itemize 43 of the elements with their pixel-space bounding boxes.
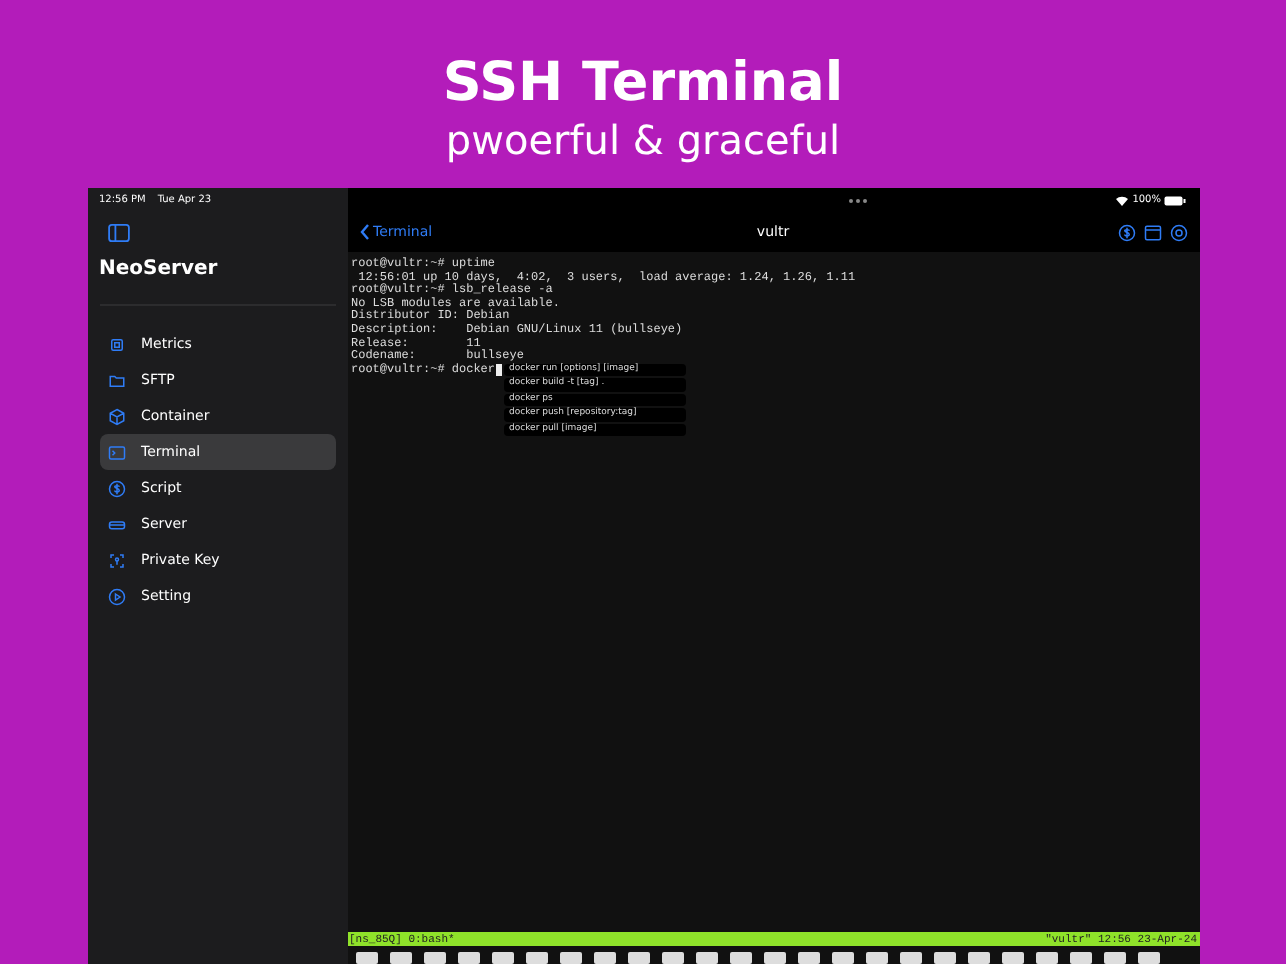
keyboard-key[interactable] [389,952,411,964]
keyboard-key[interactable] [1137,952,1159,964]
keyboard-key[interactable] [491,952,513,964]
keyboard-key[interactable] [423,952,445,964]
keyboard-key[interactable] [1069,952,1091,964]
more-dots-icon [847,197,868,203]
keyboard-key[interactable] [593,952,615,964]
window-icon[interactable] [1143,223,1161,241]
lifebuoy-icon[interactable] [1169,223,1187,241]
keyboard-key[interactable] [1001,952,1023,964]
dollar-icon [107,479,125,497]
battery-icon [1164,195,1187,205]
keyboard-key[interactable] [763,952,785,964]
wifi-icon [1116,195,1129,205]
keyboard-key[interactable] [899,952,921,964]
keyboard-key[interactable] [627,952,649,964]
keyboard-key[interactable] [525,952,547,964]
keyboard-key[interactable] [797,952,819,964]
sidebar-toggle-icon[interactable] [107,224,129,242]
promo-subtitle: pwoerful & graceful [445,116,841,164]
app-name: NeoServer [99,258,335,306]
cube-icon [107,407,125,425]
keyboard-key[interactable] [967,952,989,964]
keyboard-key[interactable] [355,952,377,964]
dollar-icon[interactable] [1117,223,1135,241]
terminal-icon [107,443,125,461]
folder-icon [107,371,125,389]
keyboard-key[interactable] [457,952,479,964]
chip-icon [107,335,125,353]
play-icon [107,587,125,605]
chevron-left-icon [359,224,369,240]
keyboard-key[interactable] [1103,952,1125,964]
promo-title: SSH Terminal [442,52,844,116]
keyboard-key[interactable] [661,952,683,964]
keyboard-key[interactable] [729,952,751,964]
keyboard-key[interactable] [831,952,853,964]
keyboard-key[interactable] [865,952,887,964]
keyboard-key[interactable] [1035,952,1057,964]
text-cursor [495,363,502,377]
keyboard-key[interactable] [933,952,955,964]
server-icon [107,515,125,533]
keyboard-key[interactable] [695,952,717,964]
keyboard-key[interactable] [559,952,581,964]
